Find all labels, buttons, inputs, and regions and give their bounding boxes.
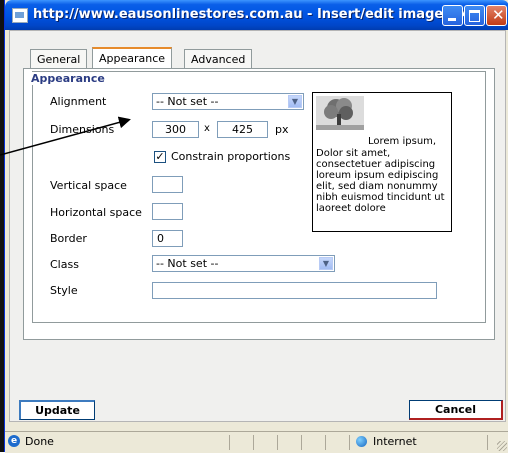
chevron-down-icon[interactable]: ▼: [288, 95, 302, 108]
title-bar[interactable]: http://www.eausonlinestores.com.au - Ins…: [5, 0, 508, 30]
insert-edit-image-dialog: General Appearance Advanced Appearance A…: [9, 30, 506, 422]
border-input[interactable]: 0: [152, 230, 183, 247]
dimensions-unit: px: [275, 123, 289, 136]
style-input[interactable]: [152, 282, 437, 299]
constrain-label: Constrain proportions: [171, 150, 291, 163]
status-divider: [301, 435, 302, 450]
update-button[interactable]: Update: [19, 400, 95, 420]
horizontal-space-input[interactable]: [152, 203, 183, 220]
ie-page-icon: e: [8, 435, 20, 447]
vertical-space-input[interactable]: [152, 176, 183, 193]
status-divider: [277, 435, 278, 450]
appearance-legend: Appearance: [28, 72, 108, 85]
style-label: Style: [50, 284, 78, 297]
close-button[interactable]: ✕: [486, 5, 507, 26]
internet-zone-icon: [356, 436, 367, 447]
resize-grip[interactable]: [497, 441, 507, 451]
dimensions-separator: x: [204, 123, 210, 134]
status-text: Done: [25, 435, 54, 448]
status-divider: [229, 435, 230, 450]
close-icon: ✕: [492, 6, 505, 24]
width-input[interactable]: 300: [152, 121, 199, 138]
chevron-down-icon[interactable]: ▼: [319, 257, 333, 270]
height-input[interactable]: 425: [217, 121, 268, 138]
class-value: -- Not set --: [156, 257, 219, 270]
zone-text: Internet: [373, 435, 417, 448]
alignment-value: -- Not set --: [156, 95, 219, 108]
border-label: Border: [50, 232, 87, 245]
cancel-button[interactable]: Cancel: [409, 400, 503, 420]
preview-text: Dolor sit amet, consectetuer adipiscing …: [316, 148, 445, 214]
maximize-button[interactable]: [464, 5, 485, 26]
status-divider: [349, 435, 350, 450]
status-bar: e Done Internet: [5, 431, 508, 453]
class-select[interactable]: -- Not set -- ▼: [152, 255, 335, 272]
alignment-label: Alignment: [50, 95, 107, 108]
status-divider: [487, 435, 488, 450]
alignment-select[interactable]: -- Not set -- ▼: [152, 93, 304, 110]
constrain-checkbox[interactable]: ✓: [154, 151, 166, 163]
tree-image-icon: [316, 96, 364, 130]
window-icon: [12, 8, 28, 23]
dimensions-label: Dimensions: [50, 123, 115, 136]
tab-general[interactable]: General: [30, 49, 88, 69]
minimize-button[interactable]: [442, 5, 463, 26]
preview-first-line: Lorem ipsum,: [368, 136, 437, 147]
vertical-space-label: Vertical space: [50, 179, 127, 192]
popup-window: http://www.eausonlinestores.com.au - Ins…: [4, 0, 508, 453]
class-label: Class: [50, 258, 79, 271]
tab-advanced[interactable]: Advanced: [184, 49, 253, 69]
status-divider: [325, 435, 326, 450]
horizontal-space-label: Horizontal space: [50, 206, 142, 219]
window-title: http://www.eausonlinestores.com.au - Ins…: [33, 7, 490, 22]
image-preview: Lorem ipsum, Dolor sit amet, consectetue…: [312, 92, 452, 232]
tab-appearance[interactable]: Appearance: [92, 47, 173, 69]
status-divider: [253, 435, 254, 450]
